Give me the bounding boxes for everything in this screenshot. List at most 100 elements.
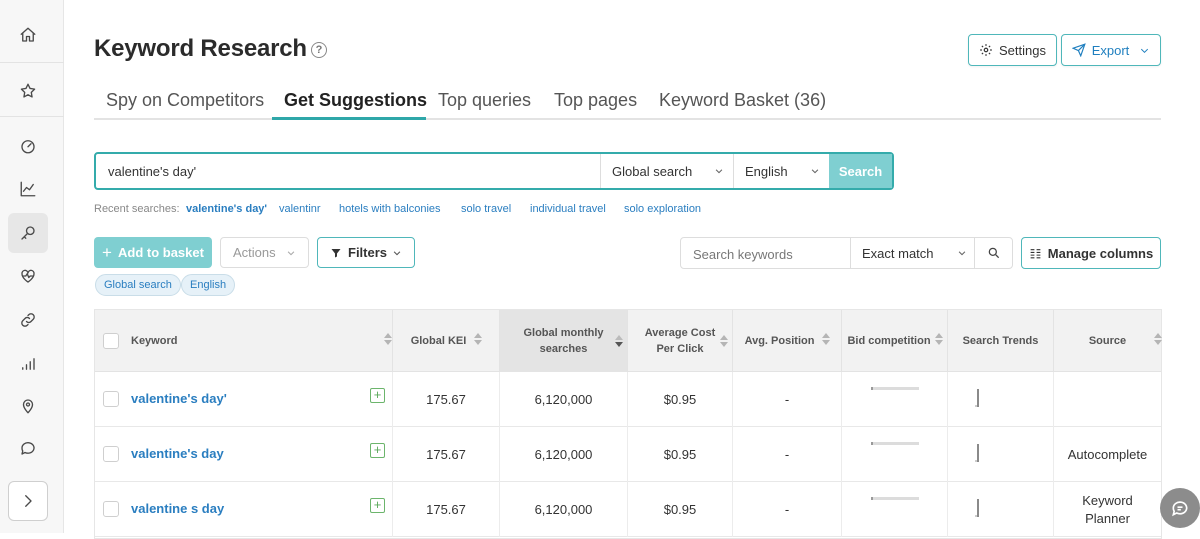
key-icon[interactable]: [8, 213, 48, 253]
column-source[interactable]: Source: [1054, 310, 1162, 372]
column-average-cpc[interactable]: Average Cost Per Click: [628, 310, 733, 372]
search-bar: valentine's day' Global search English S…: [94, 152, 894, 190]
keyword-search-input[interactable]: Search keywords: [693, 247, 793, 262]
actions-label: Actions: [233, 245, 276, 260]
chat-icon[interactable]: [8, 428, 48, 468]
export-label: Export: [1091, 42, 1130, 58]
cpc-cell: $0.95: [628, 372, 733, 427]
table-row: valentine's day + 175.67 6,120,000 $0.95…: [95, 427, 1161, 482]
help-icon[interactable]: ?: [311, 42, 327, 58]
column-cpc-label-line1: Average Cost: [644, 327, 716, 339]
source-line1: Autocomplete: [1067, 447, 1148, 462]
column-avg-position-label: Avg. Position: [744, 335, 815, 347]
add-to-basket-label: Add to basket: [117, 245, 204, 260]
column-bid-competition[interactable]: Bid competition: [842, 310, 948, 372]
pin-icon[interactable]: [8, 386, 48, 426]
column-keyword[interactable]: Keyword: [95, 310, 393, 372]
gear-icon: [980, 44, 992, 56]
column-search-trends: Search Trends: [948, 310, 1054, 372]
recent-searches-label: Recent searches:: [94, 203, 180, 215]
search-trend-sparkline: [975, 444, 979, 462]
row-checkbox[interactable]: [103, 446, 119, 462]
scope-value: Global search: [612, 163, 693, 179]
source-cell: [1054, 372, 1161, 427]
active-tab-indicator: [272, 117, 426, 120]
bid-competition-bar: [871, 387, 919, 390]
row-checkbox[interactable]: [103, 391, 119, 407]
trend-cell: [948, 482, 1054, 537]
search-button[interactable]: Search: [829, 154, 892, 188]
actions-dropdown[interactable]: Actions: [220, 237, 309, 268]
recent-search-link[interactable]: solo exploration: [624, 203, 701, 215]
heart-pulse-icon[interactable]: [8, 256, 48, 296]
add-to-basket-button[interactable]: + Add to basket: [94, 237, 212, 268]
export-button[interactable]: Export: [1061, 34, 1161, 66]
column-avg-position[interactable]: Avg. Position: [733, 310, 842, 372]
match-type-select[interactable]: Exact match: [850, 238, 975, 268]
filter-chip[interactable]: English: [181, 274, 236, 296]
link-icon[interactable]: [8, 300, 48, 340]
tab-spy-on-competitors[interactable]: Spy on Competitors: [106, 90, 264, 111]
table-header: Keyword Global KEI Global monthly search…: [95, 310, 1162, 372]
sort-icon: [720, 335, 728, 352]
column-monthly-label-line2: searches: [539, 343, 588, 355]
recent-search-link[interactable]: hotels with balconies: [339, 203, 441, 215]
column-global-kei[interactable]: Global KEI: [393, 310, 500, 372]
add-to-basket-icon[interactable]: +: [370, 498, 385, 513]
column-global-kei-label: Global KEI: [410, 335, 467, 347]
searches-cell: 6,120,000: [500, 427, 628, 482]
add-to-basket-icon[interactable]: +: [370, 388, 385, 403]
tab-top-queries[interactable]: Top queries: [438, 90, 531, 111]
chevron-down-icon: [715, 169, 723, 174]
keyword-link[interactable]: valentine's day: [131, 446, 224, 461]
scope-select[interactable]: Global search: [600, 154, 734, 188]
tab-top-pages[interactable]: Top pages: [554, 90, 637, 111]
chevron-down-icon: [958, 251, 966, 256]
source-line1: Keyword: [1082, 492, 1133, 508]
chevron-down-icon: [1141, 48, 1149, 53]
recent-search-link[interactable]: individual travel: [530, 203, 606, 215]
filter-chip[interactable]: Global search: [95, 274, 181, 296]
position-cell: -: [733, 482, 842, 537]
keyword-link[interactable]: valentine s day: [131, 501, 224, 516]
column-global-monthly-searches[interactable]: Global monthly searches: [500, 310, 628, 372]
kei-cell: 175.67: [393, 482, 500, 537]
dashboard-icon[interactable]: [8, 126, 48, 166]
language-value: English: [745, 163, 788, 179]
column-source-label: Source: [1088, 335, 1127, 347]
chart-icon[interactable]: [8, 169, 48, 209]
add-to-basket-icon[interactable]: +: [370, 443, 385, 458]
search-input[interactable]: valentine's day': [108, 164, 196, 179]
star-icon[interactable]: [8, 71, 48, 111]
bid-competition-bar: [871, 497, 919, 500]
columns-icon: [1030, 248, 1041, 258]
sort-icon: [384, 332, 392, 350]
source-cell: Keyword Planner: [1054, 482, 1161, 537]
tab-keyword-basket[interactable]: Keyword Basket (36): [659, 90, 826, 111]
searches-cell: 6,120,000: [500, 482, 628, 537]
match-type-value: Exact match: [862, 246, 934, 261]
manage-columns-button[interactable]: Manage columns: [1021, 237, 1161, 269]
signal-icon[interactable]: [8, 344, 48, 384]
keyword-search-button[interactable]: [974, 238, 1012, 268]
search-trend-sparkline: [975, 499, 979, 517]
expand-icon[interactable]: [8, 481, 48, 521]
trend-cell: [948, 372, 1054, 427]
settings-button[interactable]: Settings: [968, 34, 1057, 66]
recent-search-link[interactable]: valentinr: [279, 203, 321, 215]
chat-bubble-icon: [1172, 501, 1188, 517]
plus-icon: +: [102, 243, 112, 262]
filters-dropdown[interactable]: Filters: [317, 237, 415, 268]
table-row: valentine s day + 175.67 6,120,000 $0.95…: [95, 482, 1161, 537]
keyword-link[interactable]: valentine's day': [131, 391, 227, 406]
recent-search-link[interactable]: solo travel: [461, 203, 511, 215]
recent-search-link[interactable]: valentine's day': [186, 203, 267, 215]
home-icon[interactable]: [8, 15, 48, 55]
table-row: valentine's day' + 175.67 6,120,000 $0.9…: [95, 372, 1161, 427]
support-chat-button[interactable]: [1160, 488, 1200, 528]
search-trend-sparkline: [975, 389, 979, 407]
language-select[interactable]: English: [733, 154, 830, 188]
cpc-cell: $0.95: [628, 427, 733, 482]
tab-get-suggestions[interactable]: Get Suggestions: [284, 90, 427, 111]
row-checkbox[interactable]: [103, 501, 119, 517]
